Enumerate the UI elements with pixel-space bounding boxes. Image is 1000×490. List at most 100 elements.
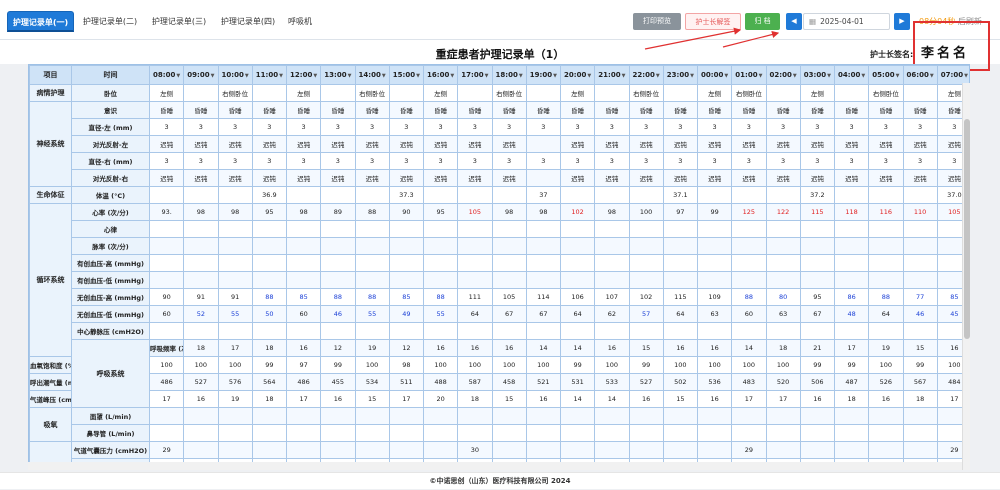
table-cell[interactable]: 迟钝	[491, 135, 527, 153]
table-cell[interactable]: 迟钝	[217, 135, 253, 153]
table-cell[interactable]: 迟钝	[457, 169, 493, 187]
table-cell[interactable]: 455	[320, 373, 356, 391]
table-cell[interactable]: 3	[594, 118, 630, 136]
table-cell[interactable]	[388, 220, 425, 238]
table-cell[interactable]	[559, 441, 596, 459]
table-cell[interactable]: 15	[628, 339, 664, 357]
table-cell[interactable]	[902, 441, 938, 459]
table-cell[interactable]: 昏睡	[559, 101, 596, 119]
table-cell[interactable]: 536	[696, 373, 733, 391]
table-cell[interactable]: 16	[457, 339, 493, 357]
table-cell[interactable]: 527	[183, 373, 219, 391]
table-cell[interactable]	[183, 237, 219, 255]
table-cell[interactable]	[833, 424, 870, 442]
table-cell[interactable]	[457, 237, 493, 255]
table-cell[interactable]	[902, 237, 938, 255]
table-cell[interactable]: 3	[799, 152, 836, 170]
table-cell[interactable]: 99	[559, 356, 596, 374]
table-cell[interactable]: 99	[902, 356, 938, 374]
table-cell[interactable]: 3	[731, 152, 767, 170]
table-cell[interactable]: 527	[628, 373, 664, 391]
table-cell[interactable]: 迟钝	[902, 169, 938, 187]
table-cell[interactable]: 67	[799, 305, 836, 323]
table-cell[interactable]	[902, 186, 938, 204]
table-cell[interactable]: 3	[457, 152, 493, 170]
table-cell[interactable]	[765, 237, 801, 255]
table-cell[interactable]: 3	[868, 118, 904, 136]
table-cell[interactable]	[559, 322, 596, 340]
table-cell[interactable]: 迟钝	[354, 169, 390, 187]
table-cell[interactable]	[251, 220, 288, 238]
table-cell[interactable]: 迟钝	[422, 169, 459, 187]
table-cell[interactable]	[320, 237, 356, 255]
table-cell[interactable]	[628, 271, 664, 289]
table-cell[interactable]: 99	[251, 356, 288, 374]
table-cell[interactable]	[628, 441, 664, 459]
vertical-scroll-thumb[interactable]	[964, 119, 970, 339]
table-cell[interactable]: 12	[320, 339, 356, 357]
table-cell[interactable]	[217, 220, 253, 238]
table-cell[interactable]	[148, 254, 185, 272]
table-cell[interactable]: 521	[525, 373, 562, 391]
table-cell[interactable]: 15	[491, 390, 527, 408]
table-cell[interactable]	[594, 220, 630, 238]
table-cell[interactable]: 3	[320, 118, 356, 136]
table-cell[interactable]: 100	[765, 356, 801, 374]
chevron-down-icon[interactable]: ▼	[930, 73, 934, 79]
table-cell[interactable]	[388, 84, 425, 102]
time-column-header[interactable]: 12:00▼	[285, 65, 322, 85]
table-cell[interactable]: 迟钝	[148, 169, 185, 187]
table-cell[interactable]: 16	[525, 390, 562, 408]
table-cell[interactable]: 511	[388, 373, 425, 391]
table-cell[interactable]: 16	[696, 390, 733, 408]
table-cell[interactable]: 97	[285, 356, 322, 374]
table-cell[interactable]	[217, 237, 253, 255]
table-cell[interactable]: 左侧	[422, 84, 459, 102]
table-cell[interactable]: 576	[217, 373, 253, 391]
table-cell[interactable]: 17	[148, 390, 185, 408]
table-cell[interactable]: 左侧	[148, 84, 185, 102]
table-cell[interactable]: 115	[799, 203, 836, 221]
time-column-header[interactable]: 04:00▼	[833, 65, 870, 85]
table-cell[interactable]	[285, 186, 322, 204]
chevron-down-icon[interactable]: ▼	[759, 73, 763, 79]
table-cell[interactable]: 48	[833, 305, 870, 323]
table-cell[interactable]	[217, 322, 253, 340]
table-cell[interactable]: 98	[183, 203, 219, 221]
table-cell[interactable]: 105	[491, 288, 527, 306]
table-cell[interactable]	[388, 322, 425, 340]
table-cell[interactable]: 64	[662, 305, 699, 323]
table-cell[interactable]: 昏睡	[422, 101, 459, 119]
table-cell[interactable]: 89	[320, 203, 356, 221]
table-cell[interactable]	[388, 424, 425, 442]
table-cell[interactable]	[525, 135, 562, 153]
table-cell[interactable]	[183, 407, 219, 425]
table-cell[interactable]	[902, 84, 938, 102]
table-cell[interactable]	[833, 254, 870, 272]
time-column-header[interactable]: 08:00▼	[148, 65, 185, 85]
table-cell[interactable]: 14	[525, 339, 562, 357]
table-cell[interactable]: 116	[868, 203, 904, 221]
chevron-down-icon[interactable]: ▼	[211, 73, 215, 79]
table-cell[interactable]: 昏睡	[457, 101, 493, 119]
table-cell[interactable]	[628, 407, 664, 425]
table-cell[interactable]	[183, 254, 219, 272]
table-cell[interactable]: 迟钝	[183, 169, 219, 187]
table-cell[interactable]	[868, 220, 904, 238]
table-cell[interactable]: 昏睡	[217, 101, 253, 119]
table-cell[interactable]	[285, 254, 322, 272]
table-cell[interactable]: 62	[594, 305, 630, 323]
table-cell[interactable]: 16	[696, 339, 733, 357]
table-cell[interactable]	[183, 424, 219, 442]
table-cell[interactable]: 迟钝	[662, 135, 699, 153]
table-cell[interactable]: 125	[731, 203, 767, 221]
table-cell[interactable]: 29	[148, 441, 185, 459]
table-cell[interactable]	[662, 441, 699, 459]
table-cell[interactable]	[765, 220, 801, 238]
table-cell[interactable]: 17	[833, 339, 870, 357]
table-cell[interactable]: 18	[251, 390, 288, 408]
table-cell[interactable]	[696, 407, 733, 425]
table-cell[interactable]: 99	[799, 356, 836, 374]
table-cell[interactable]	[457, 424, 493, 442]
table-cell[interactable]: 昏睡	[183, 101, 219, 119]
